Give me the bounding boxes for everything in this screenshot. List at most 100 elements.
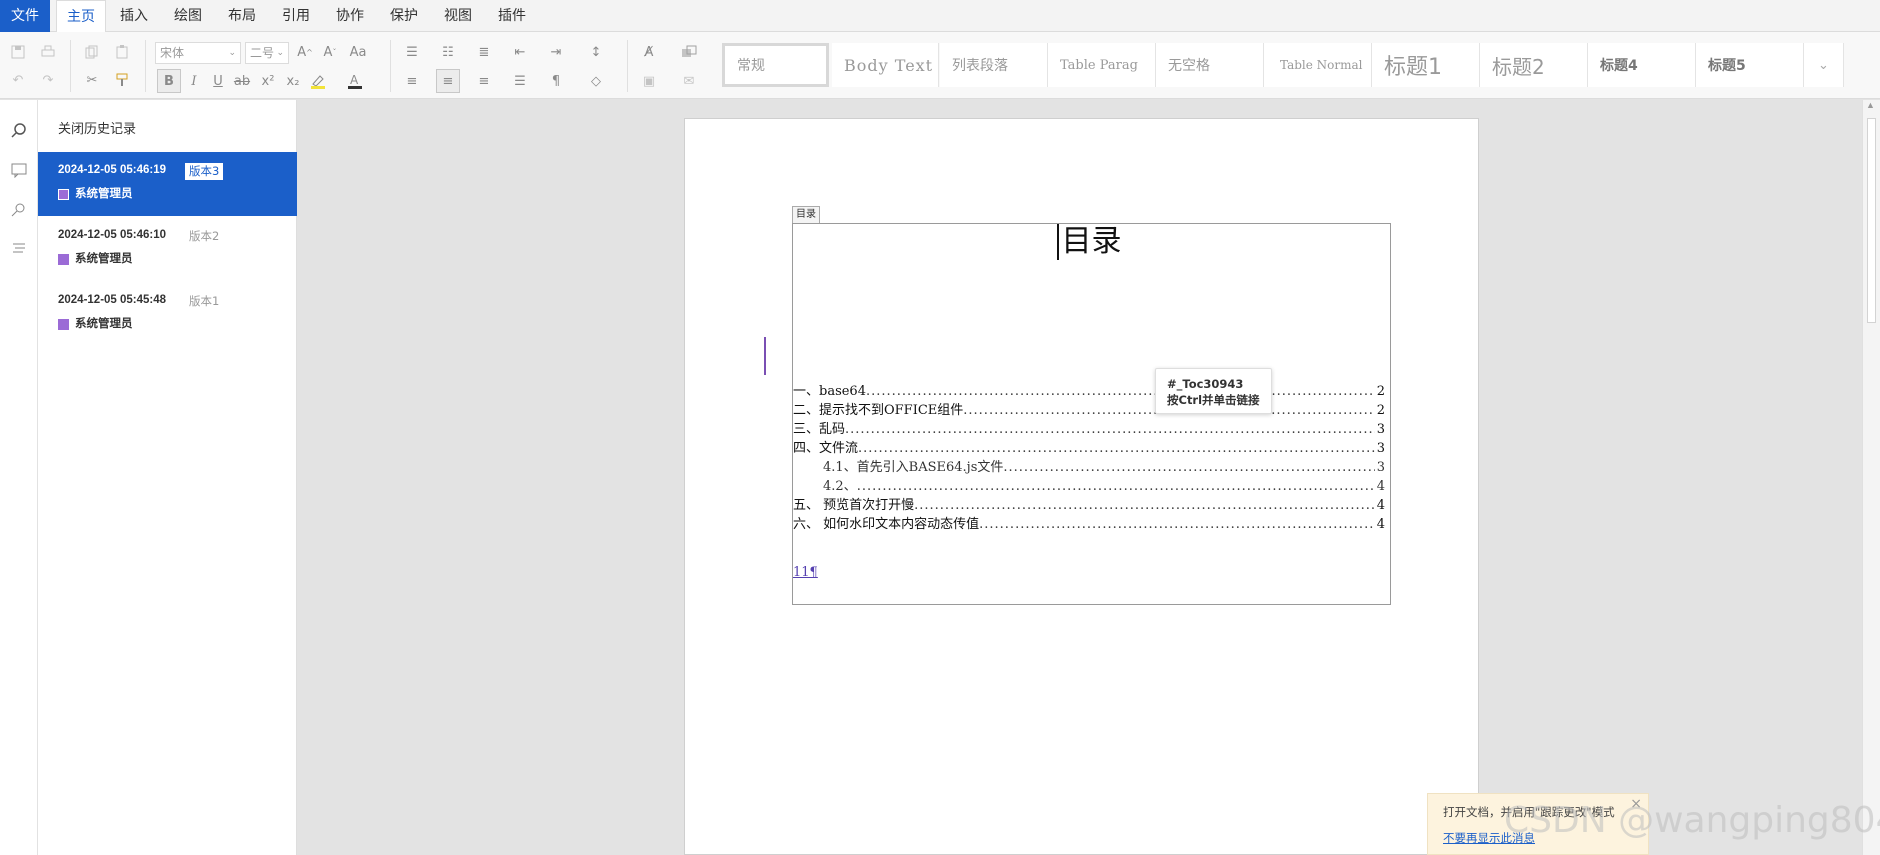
multilevel-list-icon[interactable]: ≣	[472, 40, 496, 64]
document-page[interactable]: 目录 目录 一、base64..........................…	[684, 118, 1479, 855]
justify-icon[interactable]: ☰	[508, 69, 532, 93]
grow-font-icon[interactable]: A ^	[293, 40, 317, 64]
close-history-link[interactable]: 关闭历史记录	[58, 118, 136, 137]
style-heading-4[interactable]: 标题4	[1588, 43, 1696, 87]
toc-entry[interactable]: 一、base64................................…	[793, 380, 1385, 399]
strikethrough-icon[interactable]: ab	[230, 69, 254, 93]
align-right-icon[interactable]: ≡	[472, 69, 496, 93]
menu-layout[interactable]: 布局	[220, 0, 264, 32]
toc-entry[interactable]: 二、提示找不到OFFICE组件.........................…	[793, 399, 1385, 418]
document-canvas: 目录 目录 一、base64..........................…	[297, 100, 1862, 855]
print-icon[interactable]	[36, 40, 60, 64]
toc-entry[interactable]: 五、 预览首次打开慢..............................…	[793, 494, 1385, 513]
search-icon[interactable]	[9, 120, 29, 140]
align-left-icon[interactable]: ≡	[400, 69, 424, 93]
subscript-icon[interactable]: x₂	[281, 69, 305, 93]
menu-bar: 文件 主页 插入 绘图 布局 引用 协作 保护 视图 插件	[0, 0, 1880, 33]
superscript-icon[interactable]: x²	[256, 69, 280, 93]
style-heading-5[interactable]: 标题5	[1696, 43, 1804, 87]
font-name-select[interactable]: 宋体 ⌄	[155, 42, 241, 64]
menu-plugins[interactable]: 插件	[490, 0, 534, 32]
version-user: 系统管理员	[75, 186, 133, 200]
clear-format-icon[interactable]: A̸	[637, 40, 661, 64]
shrink-font-icon[interactable]: Aˇ	[318, 40, 342, 64]
cut-icon[interactable]: ✂	[80, 68, 104, 92]
format-painter-icon[interactable]	[110, 68, 134, 92]
font-size-select[interactable]: 二号 ⌄	[245, 42, 289, 64]
paragraph-mark-icon[interactable]: ¶	[544, 69, 568, 93]
version-item[interactable]: 2024-12-05 05:45:48 版本1 系统管理员	[38, 282, 297, 346]
style-normal[interactable]: 常规	[722, 43, 829, 87]
mail-merge-icon[interactable]: ✉	[677, 69, 701, 93]
bullet-list-icon[interactable]: ☰	[400, 40, 424, 64]
style-list-paragraph[interactable]: 列表段落	[940, 43, 1048, 87]
change-bar	[764, 337, 766, 375]
user-color-marker	[58, 319, 69, 330]
increase-indent-icon[interactable]: ⇥	[544, 40, 568, 64]
style-heading-2[interactable]: 标题2	[1480, 43, 1588, 87]
toc-content-control[interactable]: 目录 一、base64.............................…	[792, 223, 1391, 605]
version-timestamp: 2024-12-05 05:46:19	[58, 164, 167, 176]
align-center-icon[interactable]: ≡	[436, 69, 460, 93]
style-table-normal[interactable]: Table Normal	[1264, 43, 1372, 87]
toc-entry[interactable]: 4.2、....................................…	[823, 475, 1385, 494]
track-changes-icon[interactable]	[9, 200, 29, 220]
toc-entry[interactable]: 4.1、首先引入BASE64.js文件.....................…	[823, 456, 1385, 475]
version-badge: 版本2	[189, 229, 220, 243]
menu-collaborate[interactable]: 协作	[328, 0, 372, 32]
menu-view[interactable]: 视图	[436, 0, 480, 32]
line-spacing-icon[interactable]: ↕	[584, 40, 608, 64]
hyperlink-tooltip: #_Toc30943 按Ctrl并单击链接	[1155, 368, 1272, 414]
toc-content-control-tab[interactable]: 目录	[792, 206, 820, 223]
toc-entry[interactable]: 三、乱码....................................…	[793, 418, 1385, 437]
version-item[interactable]: 2024-12-05 05:46:19 版本3 系统管理员	[38, 152, 297, 216]
scroll-up-icon[interactable]: ▲	[1866, 100, 1875, 110]
undo-icon[interactable]: ↶	[6, 68, 30, 92]
decrease-indent-icon[interactable]: ⇤	[508, 40, 532, 64]
style-body-text[interactable]: Body Text	[832, 43, 939, 87]
vertical-scrollbar[interactable]: ▲	[1862, 100, 1880, 855]
tooltip-hint: 按Ctrl并单击链接	[1167, 393, 1260, 407]
font-color-icon[interactable]: A	[343, 69, 367, 93]
italic-icon[interactable]: I	[182, 69, 206, 93]
arrange-icon[interactable]	[677, 40, 701, 64]
menu-protect[interactable]: 保护	[382, 0, 426, 32]
toc-entry[interactable]: 四、文件流...................................…	[793, 437, 1385, 456]
version-timestamp: 2024-12-05 05:45:48	[58, 294, 167, 306]
copy-icon[interactable]	[80, 40, 104, 64]
dont-show-again-link[interactable]: 不要再显示此消息	[1443, 830, 1535, 846]
menu-references[interactable]: 引用	[274, 0, 318, 32]
menu-home[interactable]: 主页	[56, 0, 106, 33]
scrollbar-thumb[interactable]	[1867, 118, 1876, 323]
paste-icon[interactable]	[110, 40, 134, 64]
left-icon-rail	[0, 100, 38, 855]
numbered-list-icon[interactable]: ☷	[436, 40, 460, 64]
menu-draw[interactable]: 绘图	[166, 0, 210, 32]
menu-insert[interactable]: 插入	[112, 0, 156, 32]
navigation-icon[interactable]	[9, 238, 29, 258]
menu-file[interactable]: 文件	[0, 0, 50, 32]
shading-icon[interactable]: ◇	[584, 69, 608, 93]
version-user: 系统管理员	[75, 251, 133, 265]
change-case-icon[interactable]: Aa	[346, 40, 370, 64]
version-item[interactable]: 2024-12-05 05:46:10 版本2 系统管理员	[38, 217, 297, 281]
styles-expand-chevron-icon[interactable]: ⌄	[1804, 43, 1844, 87]
comment-icon[interactable]	[9, 160, 29, 180]
notice-message: 打开文档，并启用"跟踪更改"模式	[1443, 805, 1615, 819]
redo-icon[interactable]: ↷	[36, 68, 60, 92]
text-cursor	[1057, 224, 1059, 260]
underline-icon[interactable]: U	[206, 69, 230, 93]
style-table-paragraph[interactable]: Table Parag	[1048, 43, 1156, 87]
svg-text:A: A	[350, 73, 359, 87]
toc-entry[interactable]: 六、 如何水印文本内容动态传值.........................…	[793, 513, 1385, 532]
version-history-panel: 关闭历史记录 2024-12-05 05:46:19 版本3 系统管理员 202…	[38, 100, 297, 855]
close-icon[interactable]: ×	[1630, 796, 1642, 812]
save-icon[interactable]	[6, 40, 30, 64]
insert-field-icon[interactable]: ▣	[637, 69, 661, 93]
style-no-spacing[interactable]: 无空格	[1156, 43, 1264, 87]
version-badge: 版本3	[185, 163, 224, 180]
highlight-icon[interactable]	[306, 69, 330, 93]
style-heading-1[interactable]: 标题1	[1372, 43, 1480, 87]
bold-icon[interactable]: B	[157, 69, 181, 93]
version-timestamp: 2024-12-05 05:46:10	[58, 229, 167, 241]
